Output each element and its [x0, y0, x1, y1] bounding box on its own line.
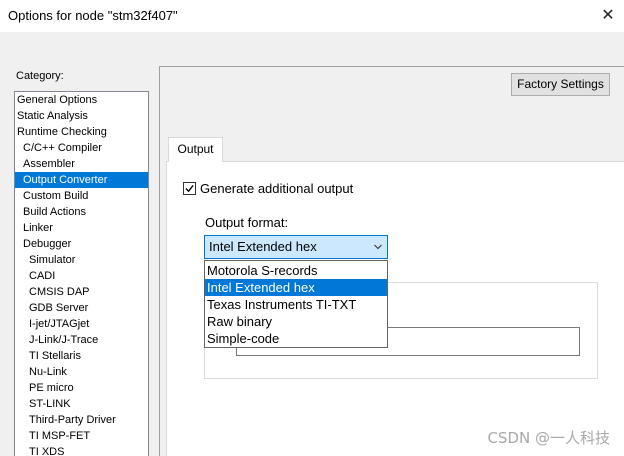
output-format-dropdown: Motorola S-records Intel Extended hex Texa… — [204, 260, 388, 348]
close-icon[interactable]: ✕ — [596, 4, 620, 26]
category-item[interactable]: ST-LINK — [15, 396, 148, 412]
category-item[interactable]: Third-Party Driver — [15, 412, 148, 428]
watermark: CSDN @一人科技 — [487, 429, 610, 447]
category-item[interactable]: J-Link/J-Trace — [15, 332, 148, 348]
category-item[interactable]: Build Actions — [15, 204, 148, 220]
category-item[interactable]: Nu-Link — [15, 364, 148, 380]
output-format-option[interactable]: Motorola S-records — [205, 262, 387, 279]
category-item[interactable]: Assembler — [15, 156, 148, 172]
tab-output[interactable]: Output — [168, 137, 223, 162]
category-item[interactable]: Simulator — [15, 252, 148, 268]
generate-output-label[interactable]: Generate additional output — [200, 181, 353, 196]
category-item[interactable]: CADI — [15, 268, 148, 284]
category-item[interactable]: Static Analysis — [15, 108, 148, 124]
category-item[interactable]: Output Converter — [15, 172, 148, 188]
output-format-option[interactable]: Intel Extended hex — [205, 279, 387, 296]
category-item[interactable]: PE micro — [15, 380, 148, 396]
output-format-option[interactable]: Texas Instruments TI-TXT — [205, 296, 387, 313]
output-format-option[interactable]: Simple-code — [205, 330, 387, 347]
category-label: Category: — [16, 70, 64, 82]
factory-settings-button[interactable]: Factory Settings — [511, 73, 610, 96]
generate-output-checkbox[interactable] — [183, 182, 196, 195]
category-item[interactable]: Debugger — [15, 236, 148, 252]
category-item[interactable]: General Options — [15, 92, 148, 108]
category-item[interactable]: C/C++ Compiler — [15, 140, 148, 156]
category-item[interactable]: TI MSP-FET — [15, 428, 148, 444]
category-item[interactable]: GDB Server — [15, 300, 148, 316]
category-item[interactable]: TI Stellaris — [15, 348, 148, 364]
category-item[interactable]: TI XDS — [15, 444, 148, 456]
window-title: Options for node "stm32f407" — [8, 8, 178, 23]
output-format-selected-value: Intel Extended hex — [209, 239, 317, 254]
output-format-option[interactable]: Raw binary — [205, 313, 387, 330]
category-item[interactable]: CMSIS DAP — [15, 284, 148, 300]
category-item[interactable]: Custom Build — [15, 188, 148, 204]
title-bar: Options for node "stm32f407" ✕ — [0, 0, 624, 32]
category-list[interactable]: General Options Static Analysis Runtime Ch… — [14, 91, 149, 456]
output-format-label: Output format: — [205, 215, 289, 230]
category-item[interactable]: Runtime Checking — [15, 124, 148, 140]
category-item[interactable]: I-jet/JTAGjet — [15, 316, 148, 332]
checkmark-icon — [185, 184, 194, 193]
chevron-down-icon — [374, 244, 382, 250]
output-format-select[interactable]: Intel Extended hex — [204, 235, 388, 259]
options-dialog: Options for node "stm32f407" ✕ Category:… — [0, 0, 624, 456]
category-item[interactable]: Linker — [15, 220, 148, 236]
